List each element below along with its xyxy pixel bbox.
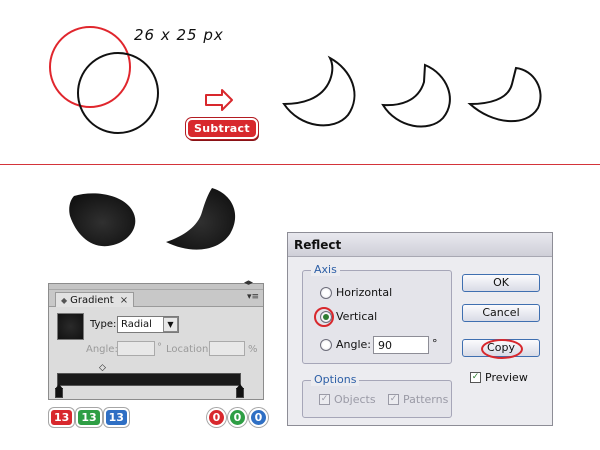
radio-angle[interactable]	[320, 339, 332, 351]
objects-checkbox: ✓	[319, 394, 330, 405]
red-circle-shape	[49, 26, 131, 108]
preview-label[interactable]: Preview	[485, 371, 528, 384]
gradient-panel: ◂▸ ◆ Gradient × ▾≡ Type: Radial ▼ Angle:…	[48, 278, 264, 400]
gradient-slider[interactable]	[57, 373, 241, 386]
panel-tab-row: ◆ Gradient × ▾≡	[49, 290, 263, 307]
vertical-label[interactable]: Vertical	[336, 310, 377, 323]
angle-input[interactable]	[117, 341, 155, 356]
axis-legend: Axis	[311, 263, 340, 276]
location-label: Location:	[166, 344, 212, 355]
chevron-down-icon[interactable]: ▼	[163, 317, 178, 332]
location-unit: %	[248, 344, 258, 355]
cancel-button[interactable]: Cancel	[462, 304, 540, 322]
arrow-right-icon	[205, 89, 233, 111]
radio-horizontal[interactable]	[320, 287, 332, 299]
ok-button[interactable]: OK	[462, 274, 540, 292]
panel-menu-icon[interactable]: ▾≡	[247, 292, 259, 302]
crescent-shape-3	[467, 66, 542, 122]
red-value-badge: 0	[207, 408, 226, 427]
dialog-title[interactable]: Reflect	[288, 233, 552, 257]
type-label: Type:	[90, 319, 117, 330]
black-circle-shape	[77, 52, 159, 134]
angle-input[interactable]: 90	[373, 336, 429, 354]
crescent-shape-2	[381, 63, 451, 128]
close-icon[interactable]: ×	[120, 295, 128, 306]
blue-value-badge: 13	[103, 408, 129, 427]
patterns-label: Patterns	[403, 393, 449, 406]
section-divider	[0, 164, 600, 165]
red-value-badge: 13	[49, 408, 75, 427]
angle-label: Angle:	[86, 344, 118, 355]
gradient-stop-left[interactable]	[55, 384, 63, 398]
patterns-checkbox: ✓	[388, 394, 399, 405]
gradient-stop-right[interactable]	[236, 384, 244, 398]
midpoint-diamond-icon[interactable]: ◇	[99, 363, 106, 373]
highlight-circle	[481, 339, 523, 359]
preview-checkbox[interactable]: ✓	[470, 372, 481, 383]
filled-crescent-right	[166, 188, 236, 250]
crescent-shape-1	[282, 55, 356, 127]
collapse-icon[interactable]: ◂▸	[244, 278, 253, 288]
angle-unit: °	[432, 337, 438, 350]
green-value-badge: 0	[228, 408, 247, 427]
tab-gradient-label: Gradient	[70, 294, 114, 306]
panel-tab-grip-icon: ◆	[61, 295, 68, 305]
objects-label: Objects	[334, 393, 376, 406]
highlight-circle	[314, 307, 334, 327]
options-legend: Options	[311, 373, 360, 386]
blue-value-badge: 0	[249, 408, 268, 427]
location-input[interactable]	[209, 341, 245, 356]
angle-label[interactable]: Angle:	[336, 338, 371, 351]
gradient-swatch[interactable]	[57, 313, 84, 340]
green-value-badge: 13	[76, 408, 102, 427]
right-stop-rgb-badges: 0 0 0	[207, 408, 268, 427]
horizontal-label[interactable]: Horizontal	[336, 286, 392, 299]
left-stop-rgb-badges: 13 13 13	[49, 408, 129, 427]
tab-gradient[interactable]: ◆ Gradient ×	[55, 292, 135, 307]
filled-shapes	[69, 188, 236, 250]
size-label: 26 x 25 px	[134, 26, 224, 44]
subtract-illustration	[49, 26, 542, 134]
reflect-dialog: Reflect Axis Horizontal Vertical Angle: …	[287, 232, 553, 426]
filled-crescent-left	[69, 193, 136, 247]
subtract-badge: Subtract	[186, 118, 258, 139]
angle-unit: °	[157, 342, 162, 353]
